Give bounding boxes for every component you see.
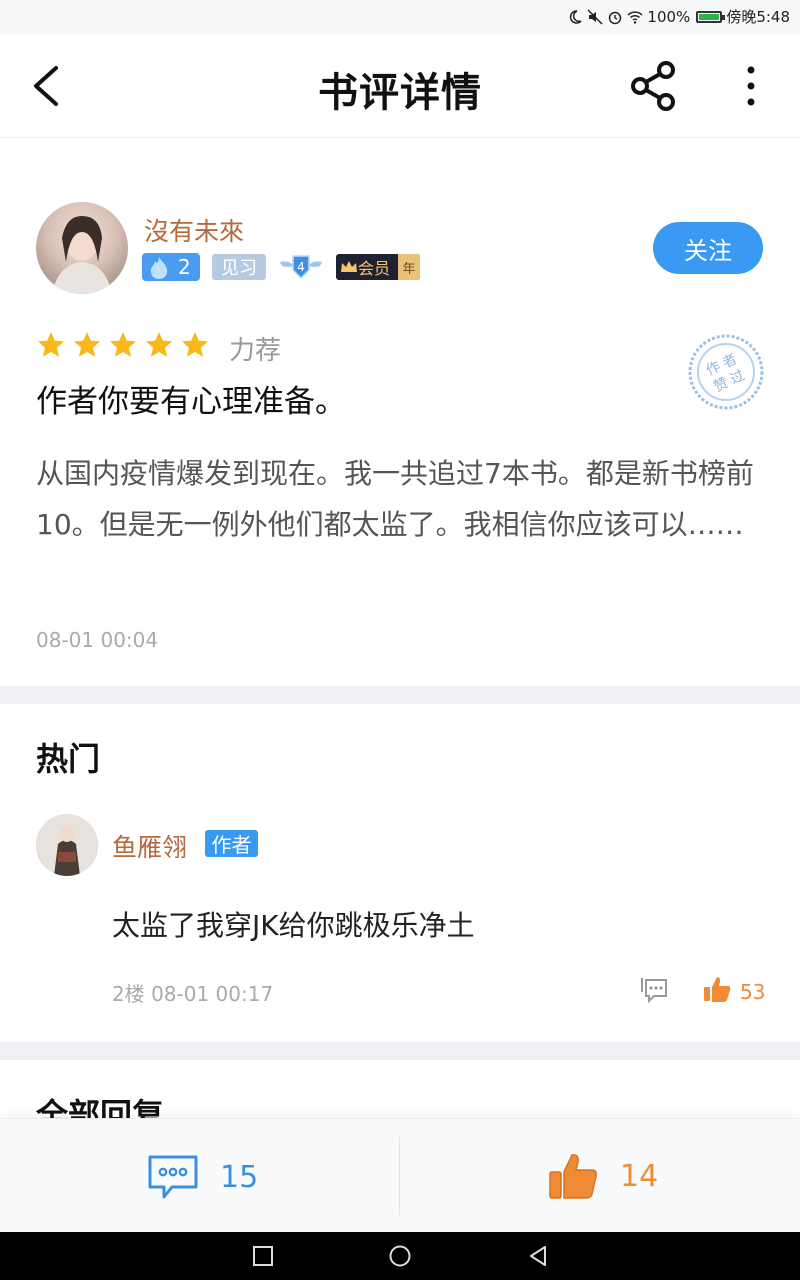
- battery-percent: 100%: [647, 7, 691, 26]
- alarm-icon: [609, 11, 622, 24]
- like-icon[interactable]: [702, 974, 732, 1004]
- home-icon[interactable]: [388, 1244, 412, 1268]
- title-bar: 书评详情: [0, 34, 800, 138]
- recent-apps-icon[interactable]: [251, 1244, 275, 1268]
- comment-text[interactable]: 太监了我穿JK给你跳极乐净土: [112, 904, 475, 944]
- reply-icon[interactable]: [640, 976, 670, 1004]
- thumbs-up-icon: [549, 1154, 597, 1199]
- status-icons: 100% 傍晚5:48: [567, 6, 790, 27]
- rating-stars: [36, 330, 210, 360]
- svg-text:赞: 赞: [711, 375, 730, 395]
- author-liked-stamp-icon: 作者 赞过: [688, 334, 764, 410]
- fire-level: 2: [178, 255, 191, 279]
- review-timestamp: 08-01 00:04: [36, 628, 159, 652]
- section-divider: [0, 1042, 800, 1060]
- vip-label: 会员: [358, 259, 391, 278]
- comment-button[interactable]: 15: [146, 1153, 258, 1201]
- crown-icon: [341, 261, 357, 272]
- clock: 傍晚5:48: [726, 8, 790, 26]
- more-icon[interactable]: [736, 62, 766, 110]
- comment-meta: 2楼 08-01 00:17: [112, 982, 274, 1006]
- star-icon: [110, 332, 136, 357]
- avatar-image: [52, 216, 112, 294]
- nav-back-icon[interactable]: [526, 1244, 550, 1268]
- vip-year: 年: [398, 254, 420, 280]
- fire-level-badge: 2: [142, 253, 200, 281]
- wifi-icon: [627, 10, 643, 24]
- moon-icon: [570, 9, 582, 24]
- status-bar: 100% 傍晚5:48: [0, 0, 800, 34]
- vip-badge: 会员 年: [336, 254, 420, 280]
- svg-text:过: 过: [728, 367, 747, 387]
- rank-badge: 见习: [212, 254, 266, 280]
- comment-avatar-image: [36, 814, 98, 876]
- system-nav-bar: [0, 1232, 800, 1280]
- wing-level: 4: [297, 260, 305, 274]
- wing-badge-icon: 4: [280, 255, 322, 280]
- avatar[interactable]: [36, 202, 128, 294]
- comment-icon: [148, 1155, 198, 1199]
- review-card: 沒有未來 2 见习 4 会员 年 关注 力荐 作者 赞过 作者你要有心理准备。 …: [0, 138, 800, 686]
- like-count: 14: [620, 1158, 659, 1194]
- rating-label: 力荐: [229, 336, 282, 366]
- follow-button[interactable]: 关注: [653, 222, 763, 274]
- action-divider: [399, 1137, 400, 1215]
- battery-icon: [696, 10, 726, 23]
- star-icon: [146, 332, 172, 357]
- comment-count: 15: [220, 1159, 259, 1195]
- review-title: 作者你要有心理准备。: [36, 384, 346, 420]
- bottom-action-bar: 15 14: [0, 1118, 800, 1232]
- comment-like-count: 53: [740, 980, 766, 1004]
- fire-icon: [150, 257, 168, 279]
- star-icon: [74, 332, 100, 357]
- user-badges: 2 见习 4 会员 年: [142, 252, 420, 282]
- mute-icon: [587, 8, 603, 25]
- hot-section-title: 热门: [36, 740, 101, 778]
- review-body[interactable]: 从国内疫情爆发到现在。我一共追过7本书。都是新书榜前10。但是无一例外他们都太监…: [36, 448, 766, 550]
- like-button[interactable]: 14: [548, 1151, 658, 1201]
- author-tag: 作者: [205, 830, 258, 857]
- comment-avatar[interactable]: [36, 814, 98, 876]
- hot-comments-section: 热门 鱼雁翎 作者 太监了我穿JK给你跳极乐净土 2楼 08-01 00:17 …: [0, 704, 800, 1042]
- comment-username[interactable]: 鱼雁翎: [112, 828, 187, 864]
- username[interactable]: 沒有未來: [144, 212, 244, 248]
- star-icon: [38, 332, 64, 357]
- share-icon[interactable]: [626, 58, 682, 114]
- section-divider: [0, 686, 800, 704]
- star-icon: [182, 332, 208, 357]
